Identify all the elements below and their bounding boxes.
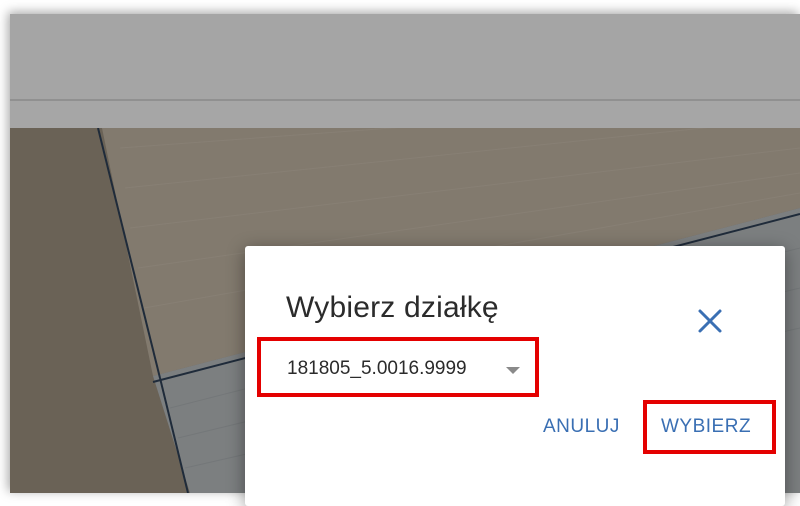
secondary-toolbar [10,101,800,128]
top-toolbar [10,14,800,99]
cancel-button[interactable]: ANULUJ [543,416,620,438]
close-icon [698,309,722,333]
highlight-box-select [257,337,539,397]
choose-parcel-dialog: Wybierz działkę 181805_5.0016.9999 ANULU… [245,246,785,506]
dialog-title: Wybierz działkę [286,291,499,324]
close-button[interactable] [693,304,727,338]
highlight-box-choose [643,400,776,454]
